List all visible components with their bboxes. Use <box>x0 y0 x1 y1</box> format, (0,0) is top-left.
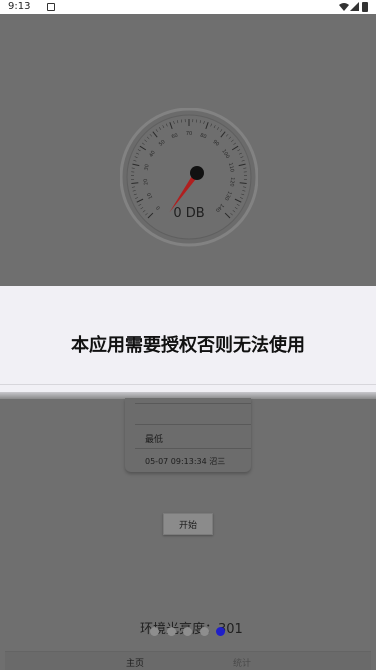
record-entry: 05-07 09:13:34 沼三 <box>145 457 226 466</box>
app-notification-icon <box>47 3 55 11</box>
page-dot[interactable] <box>167 627 176 636</box>
decibel-gauge: 0 10 20 30 40 50 60 70 80 90 100 110 120 130 140 0 DB <box>119 107 259 250</box>
permission-message: 本应用需要授权否则无法使用 <box>71 335 305 356</box>
tab-stats[interactable]: 统计 <box>233 656 251 669</box>
permission-dialog: 本应用需要授权否则无法使用 <box>0 286 376 399</box>
start-button[interactable]: 开始 <box>163 513 213 535</box>
gauge-value-label: 0 DB <box>173 206 205 221</box>
gauge-tick-label: 20 <box>143 178 150 185</box>
wifi-icon <box>339 3 349 11</box>
battery-icon <box>362 2 368 12</box>
page-dot[interactable] <box>200 627 209 636</box>
record-min-label: 最低 <box>145 435 164 445</box>
record-card: 最低 05-07 09:13:34 沼三 <box>125 398 251 472</box>
gauge-tick-label: 70 <box>186 131 192 137</box>
status-time: 9:13 <box>8 1 31 12</box>
page-dot[interactable] <box>183 627 192 636</box>
gauge-hub <box>190 166 204 180</box>
page-dot[interactable] <box>150 627 159 636</box>
record-divider <box>135 403 251 404</box>
bottom-nav: 主页 统计 <box>5 651 371 670</box>
dialog-divider <box>0 384 376 385</box>
tab-home[interactable]: 主页 <box>126 656 144 669</box>
signal-icon <box>350 2 359 11</box>
status-bar: 9:13 <box>0 0 376 14</box>
gauge-dial: 0102030405060 70 8090100110120130140 <box>119 107 259 247</box>
page-dot[interactable] <box>216 627 225 636</box>
record-divider <box>135 448 251 449</box>
record-divider <box>135 424 251 425</box>
gauge-tick-label: 120 <box>228 177 235 187</box>
